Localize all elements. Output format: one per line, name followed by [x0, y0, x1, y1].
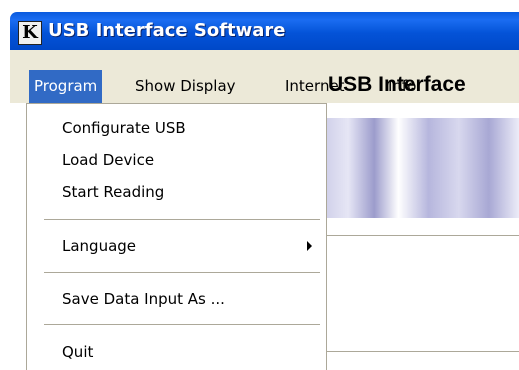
menu-separator: [44, 219, 320, 220]
menu-item-label: Save Data Input As ...: [62, 290, 225, 308]
program-dropdown-menu: Configurate USB Load Device Start Readin…: [26, 103, 327, 370]
menu-item-label: Configurate USB: [62, 119, 186, 137]
menu-separator: [44, 272, 320, 273]
app-logo-icon: K: [18, 21, 42, 45]
app-window: K USB Interface Software Program Show Di…: [10, 0, 519, 370]
menu-item-save-data-input-as[interactable]: Save Data Input As ...: [27, 283, 324, 315]
window-title: USB Interface Software: [48, 20, 286, 41]
menu-item-label: Language: [62, 237, 137, 255]
menu-item-label: Quit: [62, 343, 94, 361]
submenu-arrow-icon: [307, 241, 312, 251]
menu-item-label: Load Device: [62, 151, 155, 169]
menu-program[interactable]: Program: [29, 70, 103, 103]
menu-item-language[interactable]: Language: [27, 230, 324, 262]
menu-item-quit[interactable]: Quit: [27, 336, 324, 368]
divider: [318, 235, 519, 236]
banner-title: USB Interface: [328, 73, 466, 96]
menu-item-start-reading[interactable]: Start Reading: [27, 176, 324, 208]
menu-show-display[interactable]: Show Display: [130, 70, 241, 103]
menu-item-configurate-usb[interactable]: Configurate USB: [27, 112, 324, 144]
menubar-spacer: [10, 50, 519, 70]
title-bar[interactable]: K USB Interface Software: [10, 12, 519, 50]
menu-item-label: Start Reading: [62, 183, 165, 201]
divider: [318, 351, 519, 352]
menu-separator: [44, 324, 320, 325]
banner-image: [318, 118, 519, 218]
menu-item-load-device[interactable]: Load Device: [27, 144, 324, 176]
